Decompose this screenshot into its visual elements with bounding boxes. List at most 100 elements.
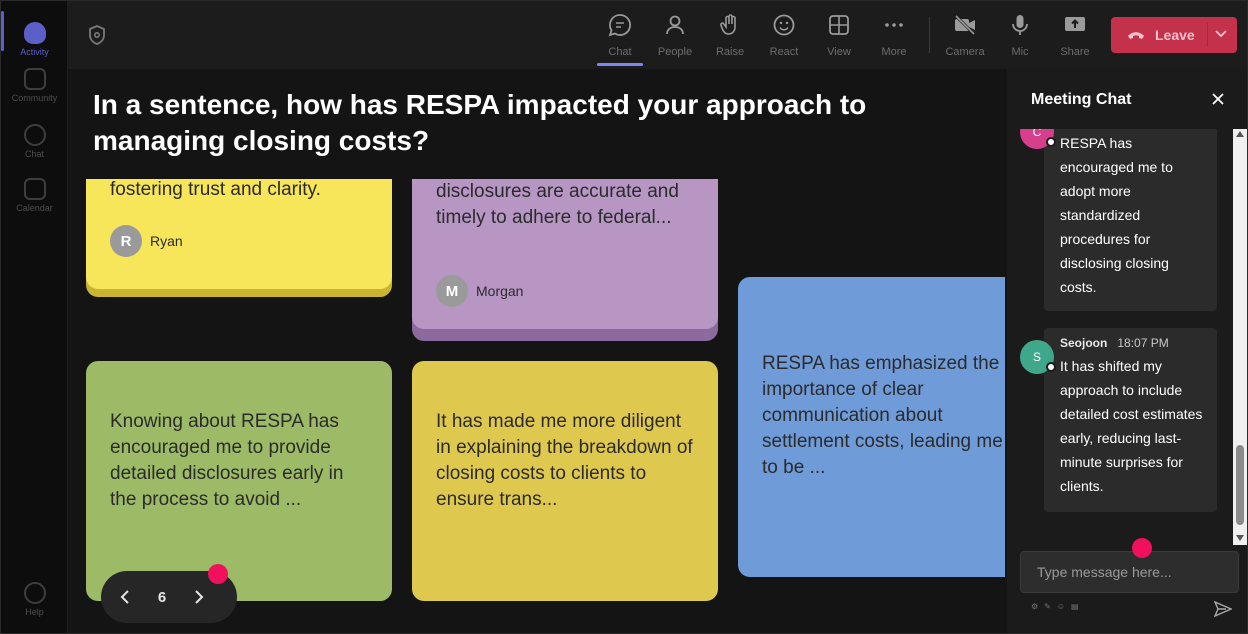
sender-name: Seojoon	[1060, 336, 1108, 350]
send-icon[interactable]	[1214, 601, 1232, 617]
meeting-toolbar: Chat People Raise React View More Camera	[68, 1, 1247, 69]
rail-item-label: Chat	[24, 148, 44, 159]
toolbar-react-button[interactable]: React	[756, 9, 812, 65]
toolbar-mic-button[interactable]: Mic	[992, 9, 1048, 65]
attach-icon[interactable]: ✎	[1044, 602, 1051, 611]
page-number: 6	[157, 588, 167, 606]
toolbar-chat-button[interactable]: Chat	[592, 9, 648, 65]
grid-view-icon	[829, 15, 849, 35]
community-icon	[23, 67, 46, 90]
response-card[interactable]: RESPA has emphasized the importance of c…	[738, 277, 1005, 577]
presence-dot	[1046, 137, 1056, 147]
chat-message: RESPA has encouraged me to adopt more st…	[1044, 129, 1217, 311]
scroll-up-icon[interactable]	[1236, 131, 1244, 137]
author-name: Ryan	[150, 233, 183, 249]
message-compose-box[interactable]	[1020, 551, 1239, 593]
toolbar-more-button[interactable]: More	[866, 9, 922, 65]
emoji-icon[interactable]: ☺	[1057, 602, 1065, 611]
format-toolbar: ⚙ ✎ ☺ ▤	[1031, 602, 1079, 611]
toolbar-label: Camera	[945, 46, 985, 58]
rail-item-label: Calendar	[16, 202, 53, 213]
rail-item-chat[interactable]: Chat	[1, 113, 68, 169]
card-text: fostering trust and clarity.	[110, 179, 321, 200]
rail-item-label: Activity	[20, 46, 49, 57]
cursor-dot	[208, 564, 228, 584]
scroll-down-icon[interactable]	[1236, 535, 1244, 541]
avatar: R	[110, 225, 142, 257]
share-screen-icon	[1065, 17, 1085, 31]
leave-button[interactable]: Leave	[1111, 17, 1237, 53]
message-meta: Seojoon 18:07 PM	[1060, 336, 1205, 350]
avatar: S	[1020, 340, 1056, 374]
avatar: M	[436, 275, 468, 307]
leave-label: Leave	[1155, 27, 1195, 43]
bell-icon	[23, 21, 46, 44]
message-text: RESPA has encouraged me to adopt more st…	[1060, 135, 1173, 295]
toolbar-label: More	[881, 46, 907, 58]
toolbar-label: Mic	[1011, 46, 1029, 58]
meeting-chat-panel: Meeting Chat RESPA has encouraged me to …	[1007, 69, 1247, 633]
active-tab-indicator	[597, 63, 643, 66]
toolbar-camera-button[interactable]: Camera	[937, 9, 993, 65]
meeting-window: Activity Community Chat Calendar Help Ch…	[0, 0, 1248, 634]
chat-message: Seojoon 18:07 PM It has shifted my approa…	[1044, 328, 1217, 512]
toolbar-raise-button[interactable]: Raise	[702, 9, 758, 65]
toolbar-people-button[interactable]: People	[647, 9, 703, 65]
response-board: fostering trust and clarity. R Ryan disc…	[68, 179, 1005, 633]
message-list: RESPA has encouraged me to adopt more st…	[1007, 129, 1233, 545]
chat-bubble-icon	[608, 14, 631, 37]
format-icon[interactable]: ⚙	[1031, 602, 1038, 611]
chat-header: Meeting Chat	[1007, 69, 1247, 129]
message-input[interactable]	[1021, 552, 1238, 592]
scroll-thumb[interactable]	[1236, 445, 1244, 525]
message-time: 18:07 PM	[1117, 336, 1169, 350]
hang-up-icon	[1128, 32, 1144, 39]
leave-divider	[1207, 23, 1208, 47]
message-text: It has shifted my approach to include de…	[1060, 358, 1203, 494]
raise-hand-icon	[720, 14, 736, 35]
card-text: RESPA has emphasized the importance of c…	[762, 353, 1003, 478]
calendar-icon	[23, 177, 46, 200]
question-title: In a sentence, how has RESPA impacted yo…	[93, 89, 867, 156]
chat-title: Meeting Chat	[1031, 91, 1132, 108]
chevron-right-icon[interactable]	[189, 588, 207, 606]
avatar-initial: C	[1032, 129, 1042, 139]
help-icon	[23, 581, 46, 604]
response-card[interactable]: fostering trust and clarity. R Ryan	[86, 179, 392, 289]
chat-icon	[23, 123, 46, 146]
rail-item-help[interactable]: Help	[1, 571, 68, 627]
card-author: M Morgan	[436, 275, 523, 307]
avatar-initial: S	[1032, 350, 1041, 364]
toolbar-share-button[interactable]: Share	[1047, 9, 1103, 65]
rail-item-label: Community	[11, 92, 58, 103]
toolbar-label: People	[657, 46, 693, 58]
card-text: It has made me more diligent in explaini…	[436, 411, 693, 510]
people-icon	[666, 15, 684, 35]
toolbar-view-button[interactable]: View	[811, 9, 867, 65]
app-rail: Activity Community Chat Calendar Help	[1, 1, 68, 633]
avatar: C	[1020, 129, 1056, 149]
gif-icon[interactable]: ▤	[1071, 602, 1079, 611]
cursor-dot	[1132, 538, 1152, 558]
whiteboard-stage: In a sentence, how has RESPA impacted yo…	[68, 69, 1007, 633]
close-icon[interactable]	[1210, 91, 1226, 107]
response-card[interactable]: It has made me more diligent in explaini…	[412, 361, 718, 601]
chevron-left-icon[interactable]	[117, 588, 135, 606]
rail-item-calendar[interactable]: Calendar	[1, 167, 68, 223]
rail-item-label: Help	[25, 606, 44, 617]
toolbar-label: Chat	[608, 46, 632, 58]
chevron-down-icon[interactable]	[1214, 29, 1228, 39]
microphone-icon	[1012, 15, 1028, 35]
card-text: disclosures are accurate and timely to a…	[436, 181, 679, 228]
author-name: Morgan	[476, 283, 524, 299]
toolbar-label: Raise	[715, 46, 745, 58]
chat-scrollbar[interactable]	[1233, 129, 1247, 545]
shield-icon[interactable]	[88, 25, 106, 45]
toolbar-divider	[929, 17, 930, 53]
response-card[interactable]: Knowing about RESPA has encouraged me to…	[86, 361, 392, 601]
toolbar-label: View	[827, 46, 851, 58]
toolbar-label: React	[769, 46, 799, 58]
response-card[interactable]: disclosures are accurate and timely to a…	[412, 179, 718, 329]
emoji-icon	[773, 14, 795, 36]
rail-item-community[interactable]: Community	[1, 57, 68, 113]
